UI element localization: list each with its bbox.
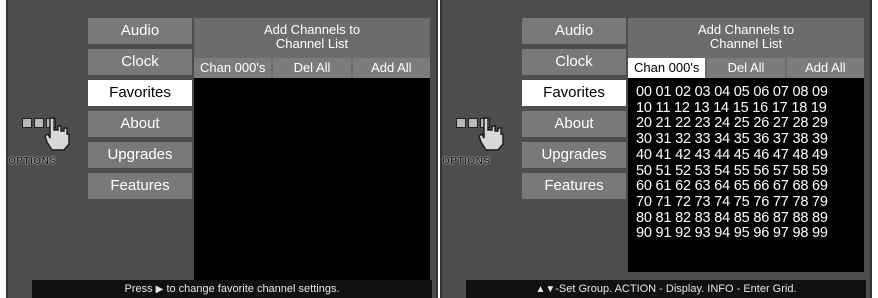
right-screen: OPTIONS Audio Clock Favorites About Upgr…: [440, 0, 872, 298]
channel-row[interactable]: 60 61 62 63 64 65 66 67 68 69: [628, 179, 864, 195]
tab-del-all[interactable]: Del All: [273, 58, 351, 78]
menu-item-about[interactable]: About: [88, 111, 192, 137]
panel-title: Add Channels to Channel List: [628, 18, 864, 58]
channel-grid[interactable]: 00 01 02 03 04 05 06 07 08 09 10 11 12 1…: [628, 78, 864, 272]
channel-row[interactable]: 50 51 52 53 54 55 56 57 58 59: [628, 163, 864, 180]
menu-item-audio[interactable]: Audio: [88, 18, 192, 44]
panel-title: Add Channels to Channel List: [194, 18, 430, 58]
tab-del-all[interactable]: Del All: [707, 58, 785, 78]
status-text: -Set Group. ACTION - Display. INFO - Ent…: [555, 283, 797, 295]
tab-add-all[interactable]: Add All: [786, 58, 864, 78]
options-logo-text: OPTIONS: [8, 156, 57, 167]
channel-row[interactable]: 20 21 22 23 24 25 26 27 28 29: [628, 116, 864, 132]
panel-tabbar: Chan 000's Del All Add All: [628, 58, 864, 78]
panel-tabbar: Chan 000's Del All Add All: [194, 58, 430, 78]
add-channels-panel: Add Channels to Channel List Chan 000's …: [194, 18, 430, 288]
status-suffix: to change favorite channel settings.: [166, 283, 340, 295]
menu-item-upgrades[interactable]: Upgrades: [88, 142, 192, 168]
panel-title-line2: Channel List: [275, 36, 349, 51]
menu-item-favorites[interactable]: Favorites: [522, 80, 626, 106]
channel-row[interactable]: 10 11 12 13 14 15 16 17 18 19: [628, 100, 864, 117]
tab-chan-000s[interactable]: Chan 000's: [194, 58, 272, 78]
options-logo-text: OPTIONS: [442, 156, 491, 167]
menu-item-favorites[interactable]: Favorites: [88, 80, 192, 106]
options-logo: OPTIONS: [442, 112, 516, 174]
status-bar: ▲▼-Set Group. ACTION - Display. INFO - E…: [466, 280, 866, 298]
channel-row[interactable]: 90 91 92 93 94 95 96 97 98 99: [628, 226, 864, 242]
menu-item-clock[interactable]: Clock: [522, 49, 626, 75]
options-menu: Audio Clock Favorites About Upgrades Fea…: [88, 18, 192, 204]
channel-row[interactable]: 00 01 02 03 04 05 06 07 08 09: [628, 84, 864, 101]
channel-grid-empty: [194, 78, 430, 288]
channel-row[interactable]: 40 41 42 43 44 45 46 47 48 49: [628, 147, 864, 164]
panel-title-line1: Add Channels to: [697, 22, 795, 37]
tab-add-all[interactable]: Add All: [352, 58, 430, 78]
panel-title-line2: Channel List: [709, 36, 783, 51]
menu-item-audio[interactable]: Audio: [522, 18, 626, 44]
up-down-arrows-icon: ▲▼: [535, 284, 556, 295]
menu-item-about[interactable]: About: [522, 111, 626, 137]
menu-item-upgrades[interactable]: Upgrades: [522, 142, 626, 168]
pointing-hand-icon: [44, 117, 70, 151]
menu-item-clock[interactable]: Clock: [88, 49, 192, 75]
channel-row[interactable]: 30 31 32 33 34 35 36 37 38 39: [628, 131, 864, 148]
tab-chan-000s[interactable]: Chan 000's: [628, 58, 706, 78]
panel-title-line1: Add Channels to: [263, 22, 361, 37]
left-screen: OPTIONS Audio Clock Favorites About Upgr…: [6, 0, 438, 298]
right-arrow-icon: ▶: [155, 284, 164, 295]
channel-row[interactable]: 70 71 72 73 74 75 76 77 78 79: [628, 194, 864, 211]
menu-item-features[interactable]: Features: [88, 173, 192, 199]
menu-item-features[interactable]: Features: [522, 173, 626, 199]
pointing-hand-icon: [478, 117, 504, 151]
channel-row[interactable]: 80 81 82 83 84 85 86 87 88 89: [628, 210, 864, 227]
options-logo: OPTIONS: [8, 112, 82, 174]
add-channels-panel: Add Channels to Channel List Chan 000's …: [628, 18, 864, 272]
status-bar: Press ▶ to change favorite channel setti…: [32, 280, 432, 298]
status-prefix: Press: [124, 283, 153, 295]
options-menu: Audio Clock Favorites About Upgrades Fea…: [522, 18, 626, 204]
